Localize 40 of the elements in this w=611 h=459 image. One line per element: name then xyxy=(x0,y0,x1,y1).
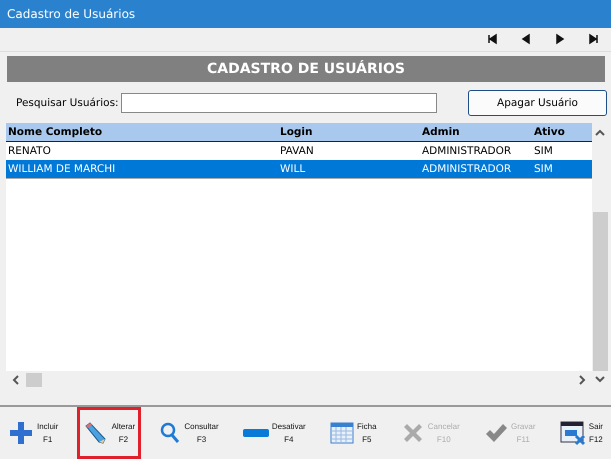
search-field[interactable] xyxy=(120,92,437,113)
table-cell-text: SIM xyxy=(533,144,554,157)
column-header[interactable]: Login xyxy=(278,126,420,138)
window-title: Cadastro de Usuários xyxy=(7,6,136,21)
table-cell-text: WILL xyxy=(279,162,306,175)
column-header[interactable]: Nome Completo xyxy=(6,126,278,138)
form-banner: CADASTRO DE USUÁRIOS xyxy=(7,56,605,82)
scroll-down-icon[interactable] xyxy=(595,375,605,383)
minus-icon xyxy=(242,428,269,438)
search-label: Pesquisar Usuários: xyxy=(16,96,119,109)
plus-icon xyxy=(8,420,34,446)
table-cell-text: RENATO xyxy=(7,144,52,157)
pencil-toolbar-button[interactable]: Alterar F2 xyxy=(76,407,142,459)
table-cell-text: PAVAN xyxy=(279,144,315,157)
search-toolbar-button[interactable]: Consultar F3 xyxy=(153,407,225,459)
calendar-icon xyxy=(330,421,354,445)
table-cell-text: ADMINISTRADOR xyxy=(421,162,512,175)
table-cell-text: WILLIAM DE MARCHI xyxy=(7,162,116,175)
last-arrow-icon xyxy=(588,33,600,46)
scroll-up-icon[interactable] xyxy=(595,128,605,137)
exit-toolbar-button[interactable]: Sair F12 xyxy=(554,407,609,459)
column-header[interactable]: Ativo xyxy=(532,126,592,138)
prev-arrow-icon xyxy=(520,33,532,46)
delete-user-button[interactable]: Apagar Usuário xyxy=(468,90,607,116)
minus-toolbar-button[interactable]: Desativar F4 xyxy=(236,407,312,459)
plus-toolbar-button[interactable]: Incluir F1 xyxy=(2,407,64,459)
search-icon xyxy=(159,421,182,445)
table-row[interactable]: WILLIAM DE MARCHI WILL ADMINISTRADOR SIM xyxy=(6,160,592,179)
table-row[interactable]: RENATO PAVAN ADMINISTRADOR SIM xyxy=(6,142,592,160)
window-exit-icon xyxy=(560,420,586,446)
next-arrow-icon xyxy=(554,33,566,46)
scroll-right-icon[interactable] xyxy=(578,375,586,385)
column-header[interactable]: Admin xyxy=(420,126,532,138)
scroll-left-icon[interactable] xyxy=(12,375,20,385)
horizontal-scrollbar-thumb[interactable] xyxy=(26,373,42,387)
table-cell-text: ADMINISTRADOR xyxy=(421,144,512,157)
vertical-scrollbar-thumb[interactable] xyxy=(592,212,608,371)
calendar-toolbar-button[interactable]: Ficha F5 xyxy=(324,407,383,459)
table-cell-text: SIM xyxy=(533,162,554,175)
first-arrow-icon xyxy=(486,33,498,46)
